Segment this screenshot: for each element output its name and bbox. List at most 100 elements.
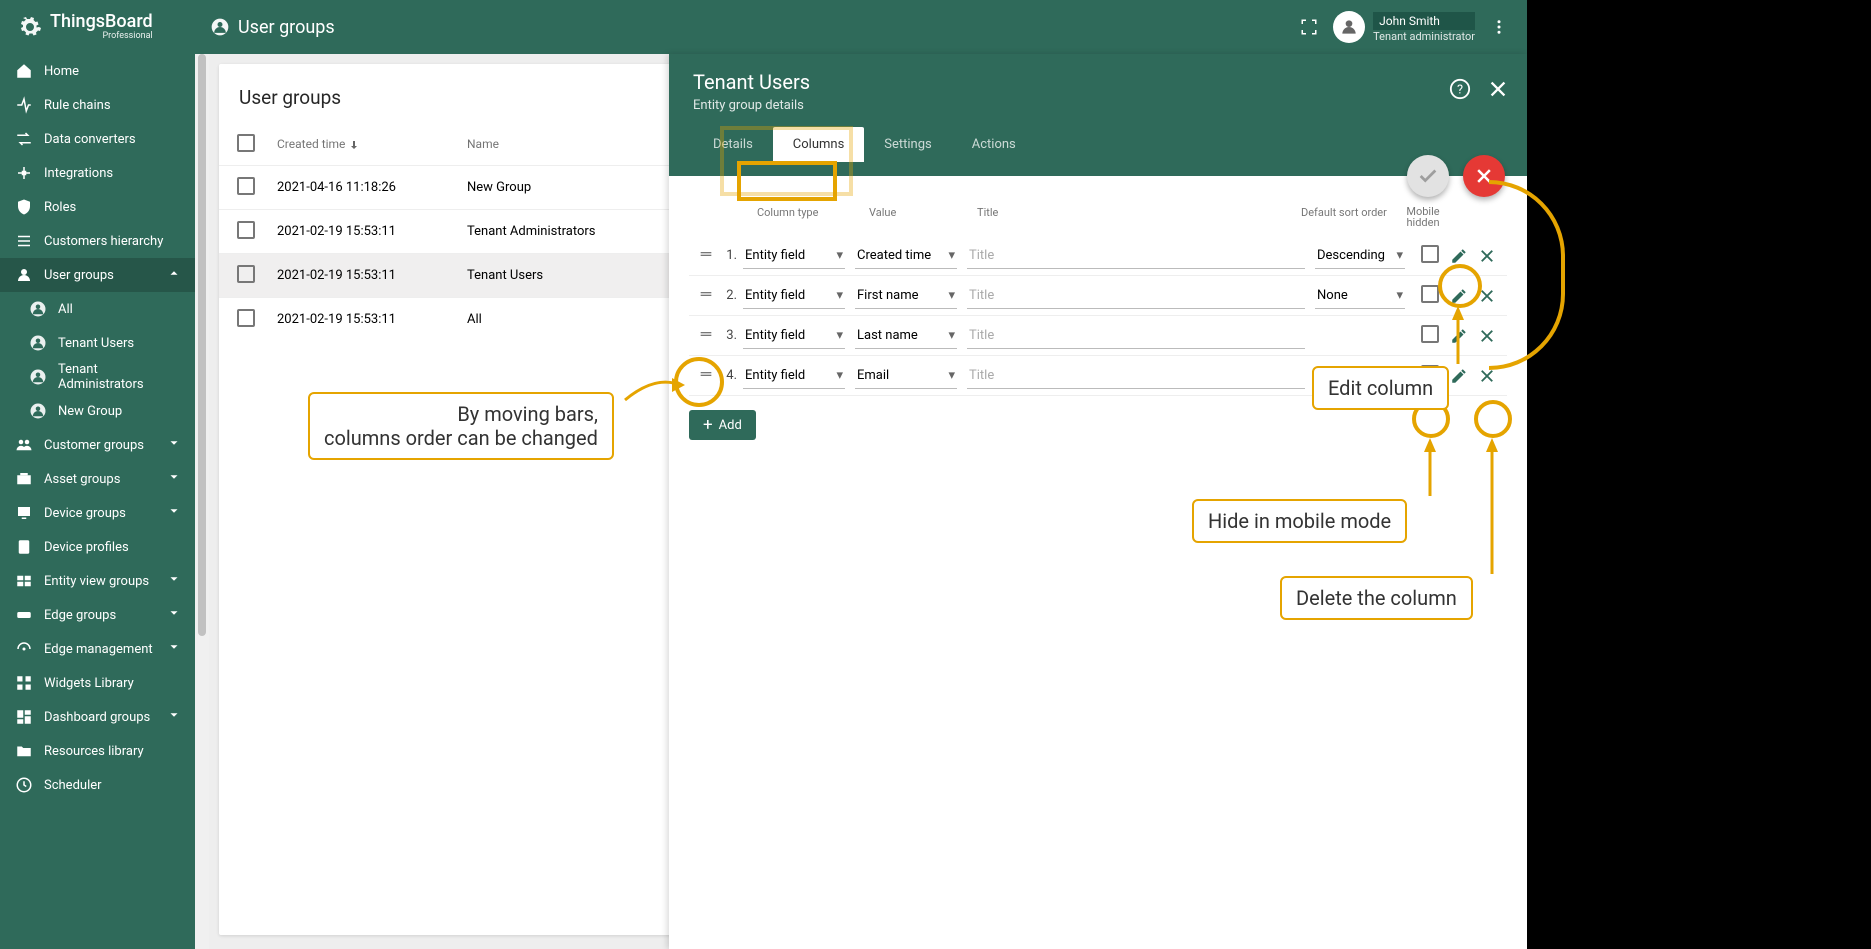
close-panel-button[interactable]: [1487, 78, 1509, 104]
sidebar-item-label: Home: [44, 64, 79, 79]
tab-details[interactable]: Details: [693, 127, 773, 162]
sidebar-subitem-tenant-administrators[interactable]: Tenant Administrators: [0, 360, 195, 394]
tab-columns[interactable]: Columns: [773, 127, 865, 162]
folder-icon: [14, 741, 34, 761]
page-title-wrap: User groups: [210, 17, 335, 38]
drag-handle-icon[interactable]: [695, 246, 717, 266]
gear-icon: [18, 15, 42, 39]
edit-column-button[interactable]: [1445, 322, 1473, 350]
row-checkbox[interactable]: [237, 265, 255, 283]
sidebar-item-label: All: [58, 302, 73, 317]
column-title-input[interactable]: [967, 323, 1305, 349]
delete-column-button[interactable]: [1473, 282, 1501, 310]
chevron-down-icon: [167, 436, 181, 454]
sidebar-subitem-all[interactable]: All: [0, 292, 195, 326]
column-title-input[interactable]: [967, 283, 1305, 309]
sidebar-item-label: Entity view groups: [44, 574, 149, 589]
sidebar-item-label: Customer groups: [44, 438, 144, 453]
sidebar-item-entity-view-groups[interactable]: Entity view groups: [0, 564, 195, 598]
row-checkbox[interactable]: [237, 221, 255, 239]
sidebar-item-label: Resources library: [44, 744, 144, 759]
sidebar-item-label: Integrations: [44, 166, 113, 181]
sidebar-item-label: Data converters: [44, 132, 136, 147]
sidebar-item-data-converters[interactable]: Data converters: [0, 122, 195, 156]
column-type-select[interactable]: Entity field▾: [743, 363, 845, 389]
sidebar-item-asset-groups[interactable]: Asset groups: [0, 462, 195, 496]
chevron-down-icon: [167, 572, 181, 590]
sidebar-item-dashboard-groups[interactable]: Dashboard groups: [0, 700, 195, 734]
drag-handle-icon[interactable]: [695, 366, 717, 386]
sidebar-item-device-groups[interactable]: Device groups: [0, 496, 195, 530]
chevron-down-icon: [167, 504, 181, 522]
mobile-hidden-checkbox[interactable]: [1421, 245, 1439, 263]
sort-order-select[interactable]: None▾: [1315, 283, 1405, 309]
select-all-checkbox[interactable]: [237, 134, 255, 152]
row-checkbox[interactable]: [237, 177, 255, 195]
edit-column-button[interactable]: [1445, 242, 1473, 270]
mobile-hidden-checkbox[interactable]: [1421, 325, 1439, 343]
sidebar-item-home[interactable]: Home: [0, 54, 195, 88]
pencil-icon: [1450, 287, 1468, 305]
sidebar-item-customers-hierarchy[interactable]: Customers hierarchy: [0, 224, 195, 258]
sidebar-subitem-new-group[interactable]: New Group: [0, 394, 195, 428]
created-time-header[interactable]: Created time: [277, 137, 467, 151]
avatar: [1333, 11, 1365, 43]
sidebar-item-integrations[interactable]: Integrations: [0, 156, 195, 190]
delete-column-button[interactable]: [1473, 362, 1501, 390]
sidebar-item-label: Widgets Library: [44, 676, 134, 691]
brand-logo[interactable]: ThingsBoard Professional: [0, 13, 210, 41]
sort-order-select[interactable]: Descending▾: [1315, 243, 1405, 269]
delete-column-button[interactable]: [1473, 242, 1501, 270]
sidebar-item-label: Device profiles: [44, 540, 129, 555]
edit-column-button[interactable]: [1445, 362, 1473, 390]
column-value-select[interactable]: Created time▾: [855, 243, 957, 269]
more-button[interactable]: [1481, 9, 1517, 45]
column-type-select[interactable]: Entity field▾: [743, 283, 845, 309]
apply-button[interactable]: [1407, 155, 1449, 197]
chevron-down-icon: [167, 640, 181, 658]
tab-settings[interactable]: Settings: [864, 127, 951, 162]
mobile-hidden-checkbox[interactable]: [1421, 365, 1439, 383]
sidebar-item-label: Edge management: [44, 642, 153, 657]
sidebar-item-customer-groups[interactable]: Customer groups: [0, 428, 195, 462]
add-column-button[interactable]: +Add: [689, 410, 756, 440]
column-title-input[interactable]: [967, 363, 1305, 389]
sidebar-item-roles[interactable]: Roles: [0, 190, 195, 224]
sidebar-item-widgets-library[interactable]: Widgets Library: [0, 666, 195, 700]
sidebar-subitem-tenant-users[interactable]: Tenant Users: [0, 326, 195, 360]
sidebar-item-edge-management[interactable]: Edge management: [0, 632, 195, 666]
tab-actions[interactable]: Actions: [952, 127, 1036, 162]
dash-icon: [14, 707, 34, 727]
sidebar-item-resources-library[interactable]: Resources library: [0, 734, 195, 768]
cancel-button[interactable]: [1463, 155, 1505, 197]
column-title-input[interactable]: [967, 243, 1305, 269]
mobile-hidden-checkbox[interactable]: [1421, 285, 1439, 303]
column-value-select[interactable]: Email▾: [855, 363, 957, 389]
drag-handle-icon[interactable]: [695, 326, 717, 346]
column-value-select[interactable]: First name▾: [855, 283, 957, 309]
delete-column-button[interactable]: [1473, 322, 1501, 350]
sidebar-item-label: Tenant Users: [58, 336, 134, 351]
sidebar-item-rule-chains[interactable]: Rule chains: [0, 88, 195, 122]
sidebar-item-user-groups[interactable]: User groups: [0, 258, 195, 292]
scrollbar[interactable]: [195, 54, 209, 949]
column-type-select[interactable]: Entity field▾: [743, 323, 845, 349]
chevron-up-icon: [167, 266, 181, 284]
user-circle-icon: [28, 367, 48, 387]
created-time-cell: 2021-02-19 15:53:11: [277, 224, 467, 239]
help-button[interactable]: ?: [1449, 78, 1471, 104]
fullscreen-button[interactable]: [1291, 9, 1327, 45]
column-value-select[interactable]: Last name▾: [855, 323, 957, 349]
user-menu[interactable]: John Smith Tenant administrator: [1333, 11, 1475, 43]
sidebar-item-scheduler[interactable]: Scheduler: [0, 768, 195, 802]
edit-column-button[interactable]: [1445, 282, 1473, 310]
person-icon: [1339, 17, 1359, 37]
column-type-select[interactable]: Entity field▾: [743, 243, 845, 269]
row-checkbox[interactable]: [237, 309, 255, 327]
sort-order-select[interactable]: None▾: [1315, 363, 1405, 389]
sidebar-item-device-profiles[interactable]: Device profiles: [0, 530, 195, 564]
sidebar-item-edge-groups[interactable]: Edge groups: [0, 598, 195, 632]
drag-handle-icon[interactable]: [695, 286, 717, 306]
created-time-cell: 2021-04-16 11:18:26: [277, 180, 467, 195]
user-role-label: Tenant administrator: [1373, 30, 1475, 43]
